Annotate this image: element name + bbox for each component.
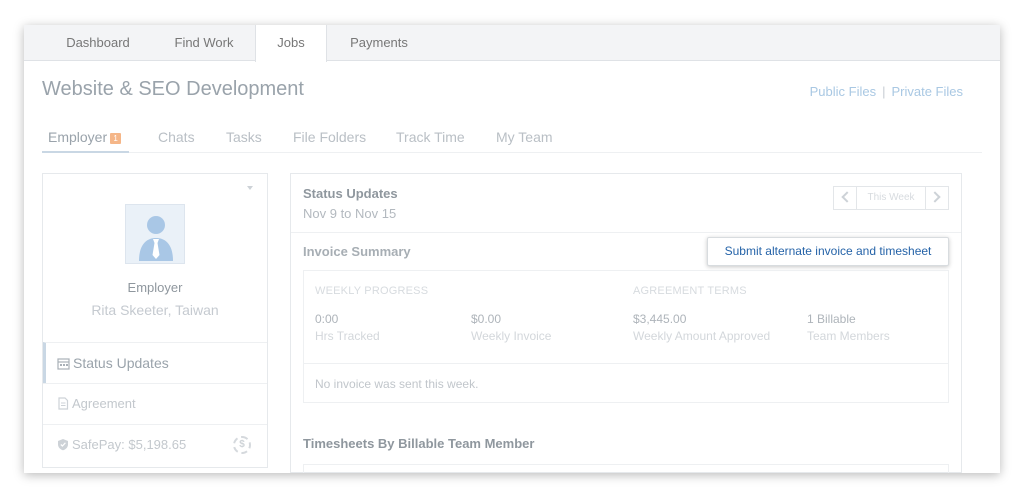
subtab-chats[interactable]: Chats [158,129,195,145]
subtab-employer[interactable]: Employer 1 [48,129,122,145]
employer-role-label: Employer [127,280,183,295]
hrs-tracked-value: 0:00 [315,312,339,326]
notification-badge: 1 [110,133,122,144]
menu-item-label: SafePay: $5,198.65 [72,437,187,452]
tab-jobs[interactable]: Jobs [255,25,327,62]
chevron-left-icon [841,191,853,203]
timesheets-title: Timesheets By Billable Team Member [303,436,535,451]
divider [291,232,961,233]
weekly-amount-approved-value: $3,445.00 [633,312,687,326]
divider [304,363,948,364]
employer-menu: Status Updates Agreement SafePay: $5,198… [43,342,267,465]
dollar-refresh-icon[interactable]: $ [233,436,251,454]
subtab-tasks[interactable]: Tasks [226,129,262,145]
weekly-invoice-value: $0.00 [471,312,502,326]
private-files-link[interactable]: Private Files [891,84,963,99]
tab-dashboard[interactable]: Dashboard [46,25,150,61]
active-tab-indicator [42,151,129,153]
status-updates-title: Status Updates [303,186,398,201]
shield-icon [58,439,68,451]
agreement-terms-heading: AGREEMENT TERMS [633,285,747,297]
page-title: Website & SEO Development [42,78,304,100]
app-window: Dashboard Find Work Jobs Payments Websit… [24,25,1000,473]
date-range: Nov 9 to Nov 15 [303,206,397,221]
chevron-down-icon[interactable] [247,186,253,190]
menu-item-label: Agreement [72,396,136,411]
job-subtabs: Employer 1 Chats Tasks File Folders Track… [42,123,982,153]
team-members-caption: Team Members [807,329,890,343]
prev-week-button[interactable] [833,186,857,210]
avatar [125,204,185,264]
calendar-icon [57,358,70,370]
next-week-button[interactable] [925,186,949,210]
team-members-value: 1 Billable [807,312,856,326]
document-icon [58,397,69,410]
subtab-label: Employer [48,129,108,145]
subtab-my-team[interactable]: My Team [496,129,553,145]
timesheets-table [303,464,949,473]
weekly-invoice-caption: Weekly Invoice [471,329,552,343]
tab-payments[interactable]: Payments [334,25,424,61]
submit-alternate-invoice-button[interactable]: Submit alternate invoice and timesheet [707,237,949,266]
invoice-summary-title: Invoice Summary [303,244,411,259]
user-icon [139,216,173,261]
subtab-file-folders[interactable]: File Folders [293,129,366,145]
invoice-note: No invoice was sent this week. [315,377,479,391]
menu-item-label: Status Updates [73,355,169,371]
tab-find-work[interactable]: Find Work [156,25,252,61]
employer-name: Rita Skeeter, Taiwan [91,302,219,318]
menu-item-agreement[interactable]: Agreement [43,383,267,424]
status-panel: Status Updates Nov 9 to Nov 15 This Week… [290,173,962,473]
weekly-amount-approved-caption: Weekly Amount Approved [633,329,771,343]
link-separator: | [882,84,886,99]
invoice-summary-box: WEEKLY PROGRESS AGREEMENT TERMS 0:00 Hrs… [303,270,949,403]
menu-item-safepay[interactable]: SafePay: $5,198.65 $ [43,424,267,465]
hrs-tracked-caption: Hrs Tracked [315,329,380,343]
week-label: This Week [857,186,925,210]
weekly-progress-heading: WEEKLY PROGRESS [315,285,429,297]
subtab-track-time[interactable]: Track Time [396,129,465,145]
menu-item-status-updates[interactable]: Status Updates [43,342,267,383]
public-files-link[interactable]: Public Files [810,84,876,99]
employer-panel: Employer Rita Skeeter, Taiwan Status Upd… [42,173,268,468]
chevron-right-icon [929,191,941,203]
file-links: Public Files | Private Files [810,84,963,99]
top-nav: Dashboard Find Work Jobs Payments [24,25,1000,62]
